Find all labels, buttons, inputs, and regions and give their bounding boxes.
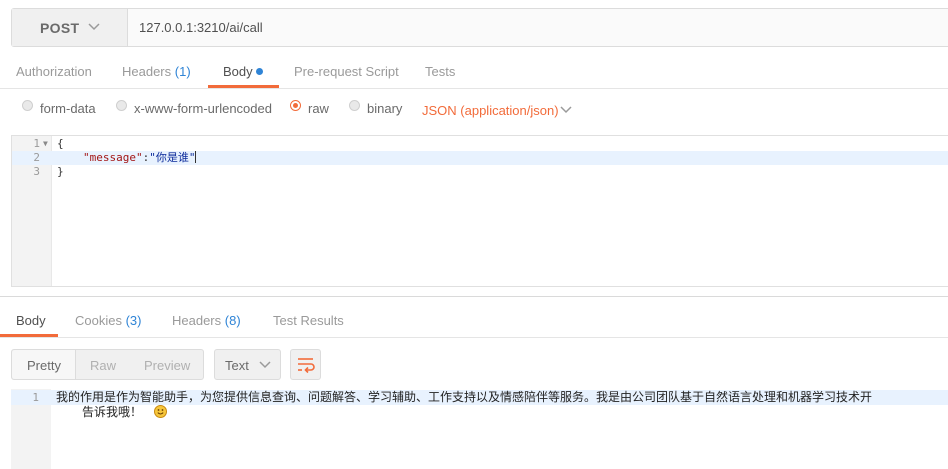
- request-bar: POST 127.0.0.1:3210/ai/call: [11, 8, 948, 47]
- cookies-count: (3): [125, 313, 142, 328]
- tab-response-body[interactable]: Body: [16, 313, 46, 328]
- active-tab-indicator: [208, 85, 279, 88]
- radio-x-www-form-urlencoded[interactable]: x-www-form-urlencoded: [116, 100, 272, 116]
- tab-body[interactable]: Body: [223, 64, 263, 79]
- text-caret: [195, 151, 197, 163]
- radio-selected-icon: [290, 100, 301, 111]
- radio-circle-icon: [22, 100, 33, 111]
- active-tab-indicator: [0, 334, 58, 337]
- modified-dot-icon: [255, 68, 263, 75]
- chevron-down-icon: [560, 106, 572, 114]
- response-body-viewer[interactable]: 1 我的作用是作为智能助手，为您提供信息查询、问题解答、学习辅助、工作支持以及情…: [11, 389, 948, 469]
- wrap-lines-button[interactable]: [290, 349, 321, 380]
- response-view-toggle: Pretty Raw Preview: [11, 349, 204, 380]
- tab-tests[interactable]: Tests: [425, 64, 455, 79]
- radio-form-data[interactable]: form-data: [22, 100, 96, 116]
- chevron-down-icon: [259, 361, 271, 369]
- body-type-selector: form-data x-www-form-urlencoded raw bina…: [0, 96, 948, 124]
- radio-circle-icon: [116, 100, 127, 111]
- wrap-lines-icon: [298, 358, 315, 374]
- section-divider: [0, 296, 948, 297]
- method-label: POST: [40, 19, 80, 36]
- request-tabs: Authorization Headers (1) Body Pre-reque…: [0, 58, 948, 89]
- content-type-dropdown[interactable]: JSON (application/json): [422, 103, 572, 118]
- json-key: "message": [83, 151, 143, 164]
- editor-line-active: 2 "message":"你是谁": [12, 151, 948, 165]
- method-dropdown[interactable]: POST: [12, 9, 128, 46]
- json-value: "你是谁": [149, 151, 196, 164]
- response-text-line: 我的作用是作为智能助手，为您提供信息查询、问题解答、学习辅助、工作支持以及情感陪…: [56, 390, 873, 404]
- response-headers-count: (8): [224, 313, 241, 328]
- request-body-editor[interactable]: 1 ▼ { 2 "message":"你是谁" 3 }: [11, 135, 948, 287]
- url-input[interactable]: 127.0.0.1:3210/ai/call: [139, 20, 263, 35]
- view-preview-button[interactable]: Preview: [144, 358, 190, 373]
- radio-binary[interactable]: binary: [349, 100, 402, 116]
- view-raw-button[interactable]: Raw: [90, 358, 116, 373]
- tab-pre-request-script[interactable]: Pre-request Script: [294, 64, 399, 79]
- response-tabs: Body Cookies (3) Headers (8) Test Result…: [0, 307, 948, 338]
- radio-circle-icon: [349, 100, 360, 111]
- tab-headers[interactable]: Headers (1): [122, 64, 191, 79]
- editor-line: 1 ▼ {: [33, 137, 64, 151]
- format-dropdown[interactable]: Text: [214, 349, 281, 380]
- view-pretty-button[interactable]: Pretty: [27, 358, 61, 373]
- tab-cookies[interactable]: Cookies (3): [75, 313, 141, 328]
- chevron-down-icon: [88, 23, 100, 31]
- editor-line: 3 }: [33, 165, 64, 178]
- tab-response-headers[interactable]: Headers (8): [172, 313, 241, 328]
- smiley-emoji-icon: [154, 405, 168, 418]
- radio-raw[interactable]: raw: [290, 100, 329, 116]
- tab-authorization[interactable]: Authorization: [16, 64, 92, 79]
- headers-count: (1): [174, 64, 191, 79]
- tab-test-results[interactable]: Test Results: [273, 313, 344, 328]
- response-text-wrapped: 告诉我哦！: [82, 405, 168, 420]
- fold-arrow-icon[interactable]: ▼: [43, 137, 48, 151]
